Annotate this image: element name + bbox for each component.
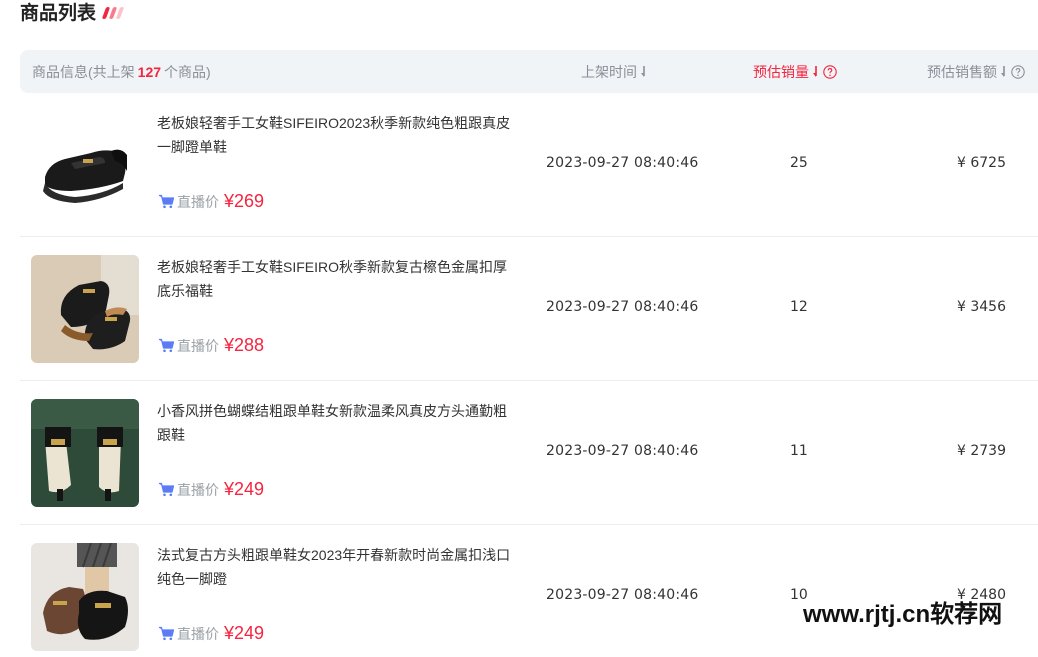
table-header: 商品信息(共上架 127 个商品) 上架时间 预估销量 预估销售额 bbox=[20, 50, 1038, 93]
product-name[interactable]: 老板娘轻奢手工女鞋SIFEIRO2023秋季新款纯色粗跟真皮一脚蹬单鞋 bbox=[157, 111, 517, 159]
sort-desc-icon[interactable] bbox=[640, 65, 648, 79]
title-decoration bbox=[101, 7, 125, 19]
cart-icon bbox=[159, 482, 175, 497]
estimated-sales: 25 bbox=[790, 155, 808, 171]
table-row[interactable]: 老板娘轻奢手工女鞋SIFEIRO秋季新款复古檫色金属扣厚底乐福鞋 直播价 ¥28… bbox=[20, 237, 1038, 381]
product-name[interactable]: 法式复古方头粗跟单鞋女2023年开春新款时尚金属扣浅口纯色一脚蹬 bbox=[157, 543, 517, 591]
listing-time-label: 上架时间 bbox=[581, 63, 637, 80]
product-thumbnail[interactable] bbox=[31, 399, 139, 507]
product-list-page: 商品列表 商品信息(共上架 127 个商品) 上架时间 预估销量 预估销售额 老… bbox=[0, 0, 1038, 657]
product-thumbnail[interactable] bbox=[31, 111, 139, 219]
price-value: ¥269 bbox=[224, 191, 265, 211]
live-price: 直播价 ¥249 bbox=[158, 479, 264, 500]
table-row[interactable]: 小香风拼色蝴蝶结粗跟单鞋女新款温柔风真皮方头通勤粗跟鞋 直播价 ¥249 202… bbox=[20, 381, 1038, 525]
column-product-info: 商品信息(共上架 127 个商品) bbox=[32, 50, 211, 93]
column-estimated-revenue[interactable]: 预估销售额 bbox=[927, 50, 1025, 93]
product-name[interactable]: 老板娘轻奢手工女鞋SIFEIRO秋季新款复古檫色金属扣厚底乐福鞋 bbox=[157, 255, 517, 303]
loafer-pair-image bbox=[31, 255, 139, 363]
help-circle-icon[interactable] bbox=[1011, 64, 1025, 79]
two-tone-pumps-image bbox=[31, 399, 139, 507]
price-label: 直播价 bbox=[177, 337, 219, 354]
cart-icon bbox=[159, 626, 175, 641]
column-listing-time[interactable]: 上架时间 bbox=[581, 50, 648, 93]
help-circle-icon[interactable] bbox=[823, 64, 837, 79]
live-price: 直播价 ¥288 bbox=[158, 335, 264, 356]
estimated-revenue: ¥ 2739 bbox=[957, 443, 1006, 459]
site-watermark: www.rjtj.cn软荐网 bbox=[803, 601, 1003, 628]
price-value: ¥249 bbox=[224, 623, 265, 643]
product-info-suffix: 个商品) bbox=[164, 63, 211, 80]
product-table-body: 老板娘轻奢手工女鞋SIFEIRO2023秋季新款纯色粗跟真皮一脚蹬单鞋 直播价 … bbox=[20, 93, 1038, 657]
product-thumbnail[interactable] bbox=[31, 543, 139, 651]
estimated-revenue-label: 预估销售额 bbox=[927, 63, 997, 80]
estimated-revenue: ¥ 3456 bbox=[957, 299, 1006, 315]
live-price: 直播价 ¥249 bbox=[158, 623, 264, 644]
deco-stripe bbox=[115, 7, 125, 19]
product-info-prefix: 商品信息(共上架 bbox=[32, 63, 135, 80]
listing-time: 2023-09-27 08:40:46 bbox=[546, 155, 699, 171]
sort-desc-icon[interactable] bbox=[1000, 65, 1008, 79]
price-value: ¥288 bbox=[224, 335, 265, 355]
product-name[interactable]: 小香风拼色蝴蝶结粗跟单鞋女新款温柔风真皮方头通勤粗跟鞋 bbox=[157, 399, 517, 447]
table-row[interactable]: 法式复古方头粗跟单鞋女2023年开春新款时尚金属扣浅口纯色一脚蹬 直播价 ¥24… bbox=[20, 525, 1038, 657]
estimated-sales-label: 预估销量 bbox=[753, 63, 809, 80]
price-value: ¥249 bbox=[224, 479, 265, 499]
estimated-revenue: ¥ 6725 bbox=[957, 155, 1006, 171]
table-row[interactable]: 老板娘轻奢手工女鞋SIFEIRO2023秋季新款纯色粗跟真皮一脚蹬单鞋 直播价 … bbox=[20, 93, 1038, 237]
estimated-sales: 11 bbox=[790, 443, 808, 459]
product-thumbnail[interactable] bbox=[31, 255, 139, 363]
price-label: 直播价 bbox=[177, 481, 219, 498]
cart-icon bbox=[159, 338, 175, 353]
section-header: 商品列表 bbox=[20, 0, 125, 25]
product-count: 127 bbox=[137, 63, 162, 80]
listing-time: 2023-09-27 08:40:46 bbox=[546, 587, 699, 603]
price-label: 直播价 bbox=[177, 193, 219, 210]
sort-desc-icon[interactable] bbox=[812, 65, 820, 79]
listing-time: 2023-09-27 08:40:46 bbox=[546, 299, 699, 315]
live-price: 直播价 ¥269 bbox=[158, 191, 264, 212]
cart-icon bbox=[159, 194, 175, 209]
section-title: 商品列表 bbox=[20, 3, 97, 24]
brown-loafer-image bbox=[31, 543, 139, 651]
listing-time: 2023-09-27 08:40:46 bbox=[546, 443, 699, 459]
estimated-sales: 12 bbox=[790, 299, 808, 315]
loafer-shoe-image bbox=[31, 111, 139, 219]
price-label: 直播价 bbox=[177, 625, 219, 642]
column-estimated-sales[interactable]: 预估销量 bbox=[753, 50, 837, 93]
